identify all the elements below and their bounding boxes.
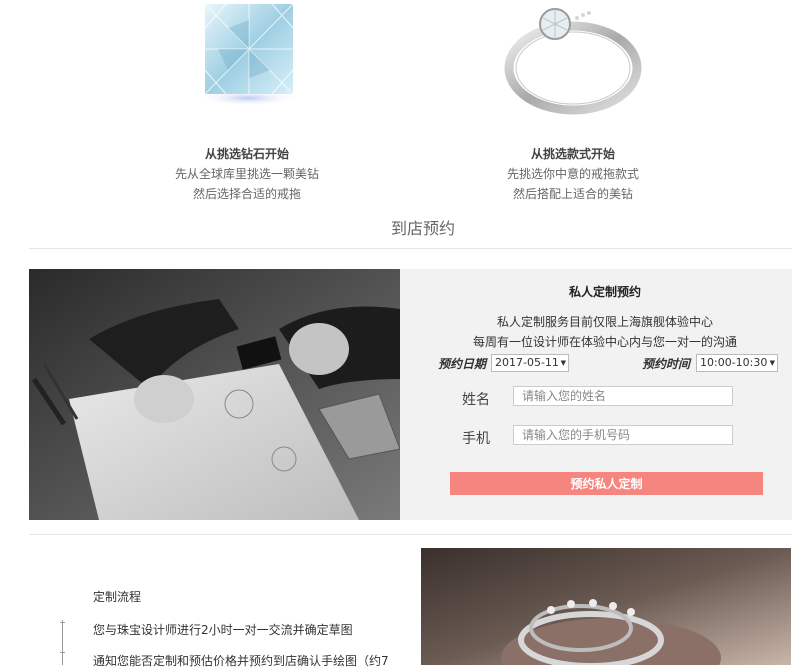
divider xyxy=(29,248,792,249)
book-custom-button[interactable]: 预约私人定制 xyxy=(450,472,763,495)
section-heading: 到店预约 xyxy=(390,219,455,238)
timeline-tick xyxy=(60,652,65,653)
chevron-down-icon: ▼ xyxy=(769,359,775,367)
booking-title: 私人定制预约 xyxy=(568,285,641,299)
time-label: 预约时间 xyxy=(642,357,691,371)
booking-desc-line2: 每周有一位设计师在体验中心内与您一对一的沟通 xyxy=(472,335,737,349)
time-value: 10:00-10:30 xyxy=(700,356,768,369)
date-value: 2017-05-11 xyxy=(495,356,559,369)
card-title-ring: 从挑选款式开始 xyxy=(530,147,615,161)
phone-label: 手机 xyxy=(462,431,490,447)
divider xyxy=(29,534,792,535)
card-desc-diamond-line2: 然后选择合适的戒拖 xyxy=(192,187,301,201)
ring-image[interactable] xyxy=(497,0,657,118)
process-title: 定制流程 xyxy=(93,590,142,604)
name-label: 姓名 xyxy=(462,392,490,408)
card-desc-ring-line2: 然后搭配上适合的美钻 xyxy=(512,187,633,201)
date-select[interactable]: 2017-05-11 ▼ xyxy=(491,354,569,372)
date-label: 预约日期 xyxy=(438,357,487,371)
timeline-tick xyxy=(60,622,65,623)
chevron-down-icon: ▼ xyxy=(560,359,566,367)
process-step: 通知您能否定制和预估价格并预约到店确认手绘图（约7 xyxy=(93,654,389,668)
booking-desc-line1: 私人定制服务目前仅限上海旗舰体验中心 xyxy=(496,315,713,329)
time-select[interactable]: 10:00-10:30 ▼ xyxy=(696,354,778,372)
timeline-line xyxy=(62,620,63,665)
card-desc-ring-line1: 先挑选你中意的戒拖款式 xyxy=(506,167,639,181)
phone-input[interactable] xyxy=(513,425,733,445)
process-step: 您与珠宝设计师进行2小时一对一交流并确定草图 xyxy=(93,623,353,637)
card-desc-diamond-line1: 先从全球库里挑选一颗美钻 xyxy=(174,167,319,181)
designer-workshop-photo xyxy=(29,269,400,520)
booking-panel: 私人定制预约 私人定制服务目前仅限上海旗舰体验中心 每周有一位设计师在体验中心内… xyxy=(400,269,792,520)
diamond-image[interactable] xyxy=(168,0,328,118)
name-input[interactable] xyxy=(513,386,733,406)
ring-crafting-photo xyxy=(421,548,791,665)
card-title-diamond: 从挑选钻石开始 xyxy=(204,147,289,161)
